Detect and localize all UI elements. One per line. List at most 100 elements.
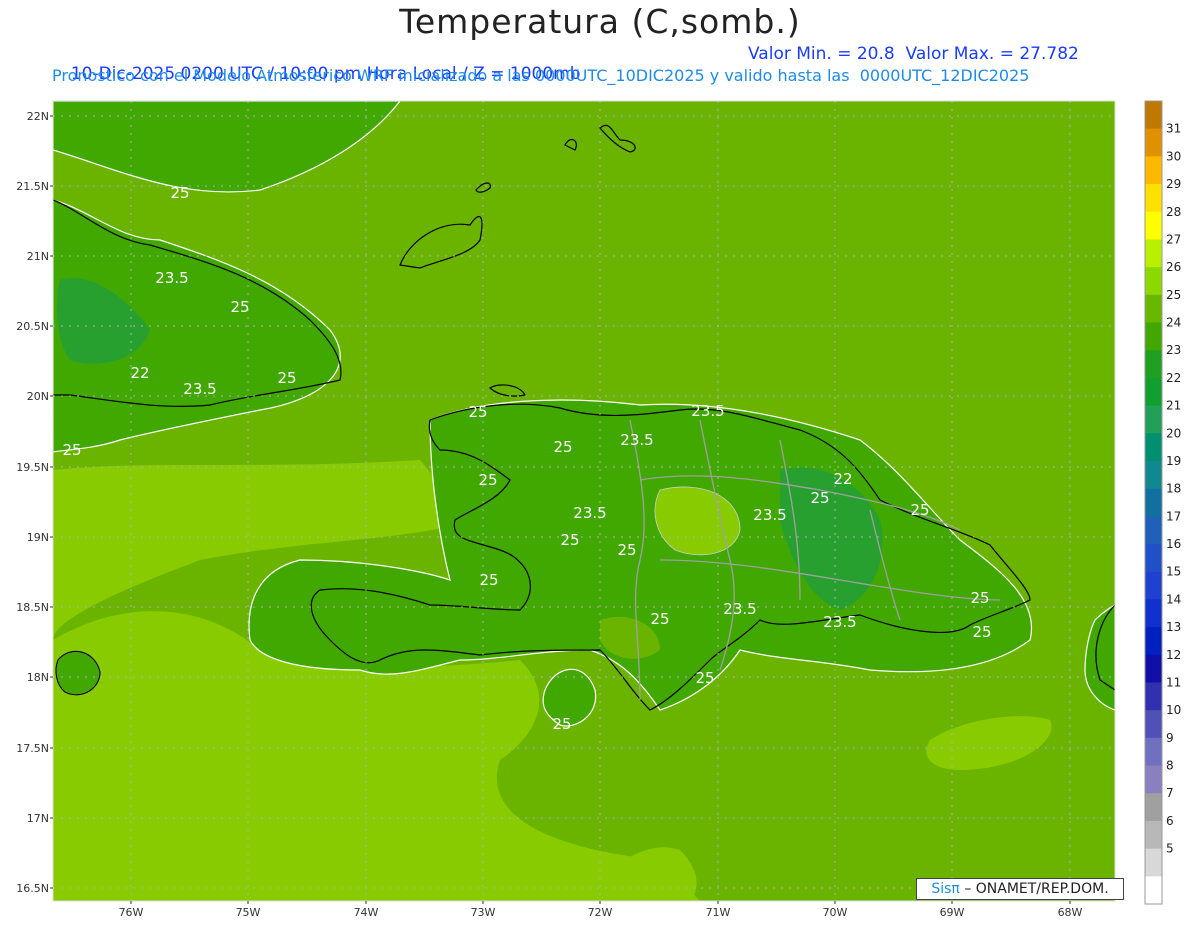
contour-label: 25 [62,441,81,459]
colorbar-segment [1145,156,1162,185]
colorbar-label: 6 [1166,814,1174,828]
lat-label: 16.5N [16,882,49,895]
lon-label: 69W [940,906,965,919]
lat-label: 20.5N [16,320,49,333]
colorbar-label: 15 [1166,565,1181,579]
colorbar-segment [1145,433,1162,462]
colorbar-label: 26 [1166,260,1181,274]
lat-label: 18.5N [16,601,49,614]
contour-label: 23.5 [573,504,606,522]
colorbar-label: 9 [1166,731,1174,745]
contour-label: 23.5 [823,613,856,631]
colorbar: 31 30 29 28 27 26 25 24 23 22 21 20 19 18 17 16 15 14 13 12… [1144,100,1181,905]
colorbar-label: 24 [1166,316,1181,330]
colorbar-segment [1145,848,1162,877]
lat-label: 21N [27,250,49,263]
colorbar-segment [1145,405,1162,434]
colorbar-label: 14 [1166,592,1181,606]
lat-label: 17.5N [16,742,49,755]
colorbar-segment [1145,876,1162,905]
colorbar-segment [1145,737,1162,767]
lat-label: 22N [27,110,49,123]
colorbar-segment [1145,350,1162,379]
lat-label: 19N [27,531,49,544]
temperature-field: 2523.5252223.525252525 23.523.5252223.5 25… [53,101,1115,901]
lon-label: 71W [706,906,731,919]
contour-label: 22 [833,470,852,488]
lat-label: 17N [27,812,49,825]
lat-label: 21.5N [16,180,49,193]
colorbar-label: 13 [1166,620,1181,634]
contour-label: 23.5 [183,380,216,398]
colorbar-segment [1145,820,1162,850]
map-canvas: 2523.5252223.525252525 23.523.5252223.5 25… [16,100,1181,919]
contour-label: 25 [552,715,571,733]
lat-label: 20N [27,390,49,403]
credit-brand: Sisπ [931,881,960,897]
colorbar-label: 28 [1166,205,1181,219]
colorbar-label: 8 [1166,759,1174,773]
lon-label: 73W [471,906,496,919]
colorbar-label: 19 [1166,454,1181,468]
colorbar-segment [1145,793,1162,822]
colorbar-segment [1145,488,1162,517]
colorbar-label: 21 [1166,399,1181,413]
colorbar-label: 10 [1166,703,1181,717]
colorbar-label: 20 [1166,426,1181,440]
colorbar-label: 29 [1166,177,1181,191]
contour-label: 25 [277,369,296,387]
colorbar-label: 27 [1166,232,1181,246]
lon-label: 72W [588,906,613,919]
colorbar-label: 25 [1166,288,1181,302]
contour-label: 25 [695,669,714,687]
colorbar-segment [1145,184,1162,213]
contour-label: 25 [560,531,579,549]
contour-label: 23.5 [155,269,188,287]
colorbar-segment [1145,710,1162,739]
contour-label: 23.5 [753,506,786,524]
colorbar-label: 7 [1166,786,1174,800]
colorbar-segment [1145,128,1162,157]
contour-label: 25 [650,610,669,628]
contour-label: 25 [468,403,487,421]
colorbar-label: 18 [1166,482,1181,496]
colorbar-label: 11 [1166,675,1181,689]
colorbar-label: 5 [1166,842,1174,856]
colorbar-label: 12 [1166,648,1181,662]
colorbar-segment [1145,460,1162,490]
lon-label: 70W [823,906,848,919]
contour-label: 23.5 [691,402,724,420]
colorbar-label: 17 [1166,509,1181,523]
lon-label: 75W [236,906,261,919]
contour-label: 25 [970,589,989,607]
contour-label: 25 [810,489,829,507]
colorbar-segment [1145,101,1162,130]
lon-label: 76W [119,906,144,919]
longitude-axis: 76W 75W 74W 73W 72W 71W 70W 69W 68W [119,901,1083,919]
contour-label: 22 [130,364,149,382]
colorbar-label: 22 [1166,371,1181,385]
contour-label: 25 [972,623,991,641]
contour-label: 25 [553,438,572,456]
colorbar-segment [1145,516,1162,545]
lon-label: 68W [1058,906,1083,919]
colorbar-segment [1145,294,1162,324]
colorbar-segment [1145,267,1162,296]
colorbar-segment [1145,544,1162,573]
credit-text: – ONAMET/REP.DOM. [964,881,1109,897]
credit-box: Sisπ – ONAMET/REP.DOM. [916,878,1124,900]
lat-label: 19.5N [16,461,49,474]
colorbar-segment [1145,571,1162,600]
colorbar-segment [1145,211,1162,240]
contour-label: 25 [479,571,498,589]
colorbar-label: 23 [1166,343,1181,357]
lon-label: 74W [354,906,379,919]
colorbar-label: 31 [1166,122,1181,136]
colorbar-segment [1145,239,1162,268]
contour-label: 25 [617,541,636,559]
contour-label: 25 [170,184,189,202]
contour-label: 23.5 [620,431,653,449]
colorbar-segment [1145,765,1162,794]
colorbar-segment [1145,654,1162,683]
lat-label: 18N [27,671,49,684]
